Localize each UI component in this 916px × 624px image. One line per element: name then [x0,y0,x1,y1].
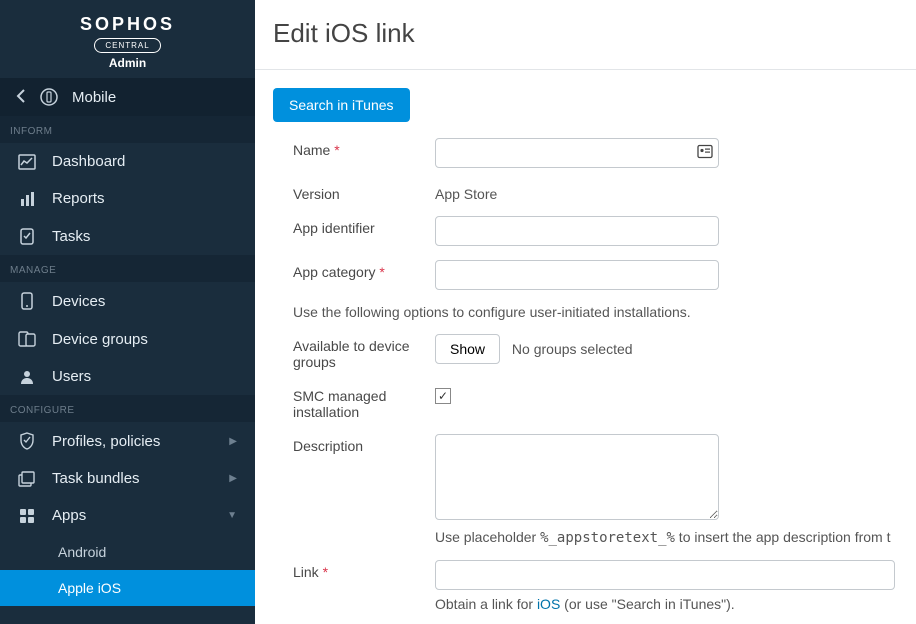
sidebar-item-profiles[interactable]: Profiles, policies ▶ [0,422,255,460]
row-version: Version App Store [273,182,916,202]
groups-note: No groups selected [512,341,633,357]
row-app-category: App category * [273,260,916,290]
task-bundles-icon [18,471,36,487]
context-label: Mobile [72,89,116,106]
section-inform: INFORM [0,116,255,143]
label-name: Name * [273,138,435,158]
ios-link[interactable]: iOS [537,596,560,612]
sidebar-item-apps[interactable]: Apps ▼ [0,497,255,534]
sidebar-item-devices[interactable]: Devices [0,282,255,320]
label-app-category: App category * [273,260,435,280]
dashboard-icon [18,154,36,170]
brand-block: SOPHOS CENTRAL Admin [0,0,255,78]
main-content: Edit iOS link Search in iTunes Name * Ve… [255,0,916,624]
sidebar: SOPHOS CENTRAL Admin Mobile INFORM Dashb… [0,0,255,624]
brand-subtitle: CENTRAL [94,38,160,53]
label-smc-managed: SMC managed installation [273,384,435,420]
chevron-right-icon: ▶ [229,473,237,484]
page-title: Edit iOS link [273,18,916,49]
label-version: Version [273,182,435,202]
version-value: App Store [435,182,497,202]
sidebar-item-dashboard[interactable]: Dashboard [0,143,255,180]
shield-icon [18,432,36,450]
sidebar-item-label: Dashboard [52,153,125,170]
picker-icon[interactable] [697,145,713,162]
show-groups-button[interactable]: Show [435,334,500,364]
row-link: Link * Obtain a link for iOS (or use "Se… [273,560,916,612]
row-description: Description Use placeholder %_appstorete… [273,434,916,546]
sidebar-subitem-label: Android [58,544,106,560]
device-groups-icon [18,330,36,348]
link-hint: Obtain a link for iOS (or use "Search in… [435,596,898,612]
description-hint: Use placeholder %_appstoretext_% to inse… [435,529,898,546]
label-available-groups: Available to device groups [273,334,435,370]
sidebar-item-task-bundles[interactable]: Task bundles ▶ [0,460,255,497]
sidebar-item-label: Users [52,368,91,385]
app-identifier-input[interactable] [435,216,719,246]
chevron-right-icon: ▶ [229,436,237,447]
sidebar-item-label: Tasks [52,228,90,245]
brand-role: Admin [0,56,255,70]
app-category-input[interactable] [435,260,719,290]
sidebar-item-label: Apps [52,507,86,524]
label-link: Link * [273,560,435,580]
sidebar-item-label: Devices [52,293,105,310]
sidebar-subitem-label: Apple iOS [58,580,121,596]
sidebar-item-tasks[interactable]: Tasks [0,217,255,255]
config-hint: Use the following options to configure u… [273,304,916,320]
sidebar-subitem-android[interactable]: Android [0,534,255,570]
row-available-groups: Available to device groups Show No group… [273,334,916,370]
row-app-identifier: App identifier [273,216,916,246]
divider [255,69,916,70]
back-icon[interactable] [16,89,26,106]
brand-name: SOPHOS [0,14,255,35]
label-description: Description [273,434,435,454]
sidebar-item-label: Profiles, policies [52,433,160,450]
smc-checkbox[interactable]: ✓ [435,388,451,404]
section-configure: CONFIGURE [0,395,255,422]
reports-icon [18,191,36,207]
row-smc-managed: SMC managed installation ✓ [273,384,916,420]
sidebar-item-device-groups[interactable]: Device groups [0,320,255,358]
row-name: Name * [273,138,916,168]
section-manage: MANAGE [0,255,255,282]
sidebar-item-label: Device groups [52,331,148,348]
tasks-icon [18,227,36,245]
sidebar-subitem-apple-ios[interactable]: Apple iOS [0,570,255,606]
apps-icon [18,508,36,524]
description-input[interactable] [435,434,719,520]
chevron-down-icon: ▼ [227,510,237,521]
sidebar-item-label: Task bundles [52,470,140,487]
sidebar-item-label: Reports [52,190,105,207]
mobile-context-icon [40,88,58,106]
link-input[interactable] [435,560,895,590]
search-itunes-button[interactable]: Search in iTunes [273,88,410,122]
sidebar-item-users[interactable]: Users [0,358,255,395]
devices-icon [18,292,36,310]
label-app-identifier: App identifier [273,216,435,236]
name-input[interactable] [435,138,719,168]
context-row: Mobile [0,78,255,116]
users-icon [18,369,36,385]
sidebar-item-reports[interactable]: Reports [0,180,255,217]
